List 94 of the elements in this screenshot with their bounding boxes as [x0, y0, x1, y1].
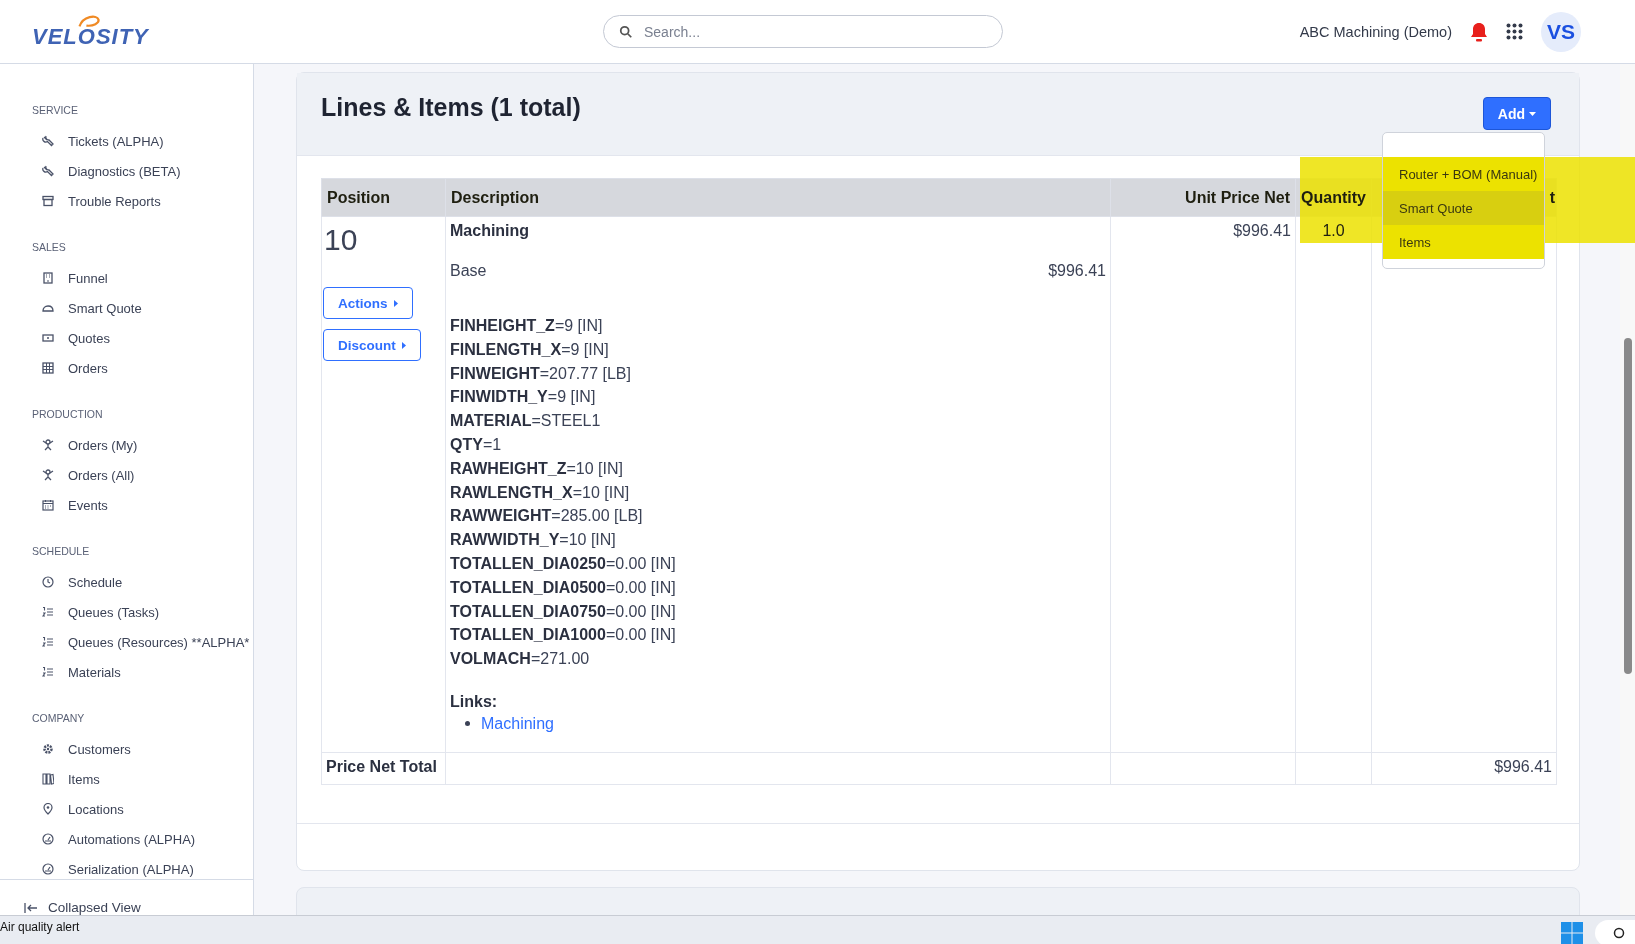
numbered-list-icon [42, 636, 54, 648]
column-header: Description [451, 188, 539, 206]
company-name[interactable]: ABC Machining (Demo) [1299, 23, 1452, 40]
notification-bell-icon[interactable] [1470, 21, 1488, 42]
sidebar-item[interactable]: Materials [32, 657, 253, 687]
gear-icon [42, 743, 54, 755]
logo[interactable]: VELOSITY [32, 13, 153, 50]
attribute-line: TOTALLEN_DIA0500=0.00 [IN] [450, 577, 677, 598]
attribute-line: FINHEIGHT_Z=9 [IN] [450, 316, 604, 336]
gauge-icon [42, 833, 54, 845]
search-icon [1613, 927, 1625, 939]
sidebar-item[interactable]: Schedule [32, 567, 253, 597]
caret-icon [393, 299, 398, 307]
wrench-icon [42, 135, 54, 147]
total-value: $996.41 [1494, 757, 1552, 775]
weather-notice[interactable]: Air quality alert [0, 920, 80, 934]
sidebar-item[interactable]: Quotes [32, 323, 253, 353]
caret-icon [1529, 111, 1536, 116]
sidebar-item[interactable]: Orders [32, 353, 253, 383]
numbered-list-icon [42, 666, 54, 678]
building-icon [42, 272, 54, 284]
sidebar-item[interactable]: Locations [32, 794, 253, 824]
sidebar-item[interactable]: Diagnostics (BETA) [32, 156, 253, 186]
card-title: Lines & Items (1 total) [321, 93, 581, 122]
sidebar-item[interactable]: Tickets (ALPHA) [32, 126, 253, 156]
attribute-line: FINLENGTH_X=9 [IN] [450, 339, 610, 360]
attribute-line: FINWEIGHT=207.77 [LB] [450, 363, 632, 384]
sidebar-item[interactable]: Smart Quote [32, 293, 253, 323]
attribute-line: RAWLENGTH_X=10 [IN] [450, 482, 631, 503]
base-label: Base [450, 262, 487, 280]
attribute-line: MATERIAL=STEEL1 [450, 411, 602, 432]
section-label: COMPANY [32, 712, 86, 724]
user-avatar[interactable]: VS [1541, 11, 1581, 52]
apps-grid-icon[interactable] [1506, 23, 1523, 40]
grid-icon [42, 362, 54, 374]
sidebar-item[interactable]: Queues (Tasks) [32, 597, 253, 627]
sidebar-item[interactable]: Trouble Reports [32, 186, 253, 216]
gauge-icon [42, 863, 54, 875]
attribute-line: TOTALLEN_DIA0750=0.00 [IN] [450, 601, 677, 622]
sidebar-item[interactable]: Queues (Resources) **ALPHA* [32, 627, 253, 657]
sidebar-item[interactable]: Serialization (ALPHA) [32, 854, 253, 879]
section-label: SERVICE [32, 104, 79, 116]
windows-start-icon[interactable] [1561, 922, 1583, 944]
menu-item[interactable]: Items [1383, 225, 1544, 259]
base-price: $996.41 [1048, 262, 1106, 280]
unit-price: $996.41 [1233, 222, 1291, 239]
column-header: Position [327, 188, 391, 206]
clock-icon [42, 576, 54, 588]
menu-item[interactable]: Smart Quote [1383, 191, 1544, 225]
caret-icon [401, 341, 406, 349]
column-header: t [1549, 188, 1555, 206]
sidebar-item[interactable]: Events [32, 490, 253, 520]
scrollbar-thumb[interactable] [1624, 338, 1632, 674]
wrench-icon [42, 165, 54, 177]
attribute-line: FINWIDTH_Y=9 [IN] [450, 387, 597, 408]
calendar-icon [42, 499, 54, 511]
attribute-line: TOTALLEN_DIA0250=0.00 [IN] [450, 553, 677, 574]
location-pin-icon [42, 803, 54, 815]
section-label: SALES [32, 241, 67, 253]
action-button[interactable]: Discount [323, 329, 421, 361]
sidebar-item[interactable]: Orders (All) [32, 460, 253, 490]
sidebar-item[interactable]: Funnel [32, 263, 253, 293]
attribute-line: RAWWEIGHT=285.00 [LB] [450, 506, 644, 527]
menu-item[interactable]: Router + BOM (Manual) [1383, 157, 1544, 191]
attribute-line: TOTALLEN_DIA1000=0.00 [IN] [450, 625, 677, 646]
search-field[interactable]: Search... [603, 15, 1003, 48]
taskbar-search[interactable] [1595, 920, 1635, 944]
action-button[interactable]: Actions [323, 287, 413, 319]
section-label: PRODUCTION [32, 408, 104, 420]
attribute-line: VOLMACH=271.00 [450, 649, 591, 670]
collapse-button[interactable]: Collapsed View [0, 880, 253, 915]
attribute-line: RAWHEIGHT_Z=10 [IN] [450, 458, 624, 479]
bullet-icon [465, 721, 470, 727]
column-header: Quantity [1301, 188, 1366, 206]
sidebar-item[interactable]: Items [32, 764, 253, 794]
numbered-list-icon [42, 606, 54, 618]
column-header: Unit Price Net [1185, 188, 1290, 206]
position-number: 10 [324, 223, 359, 257]
total-label: Price Net Total [326, 757, 437, 775]
attribute-line: RAWWIDTH_Y=10 [IN] [450, 530, 617, 551]
ticket-icon [42, 332, 54, 344]
item-name: Machining [450, 222, 531, 240]
sidebar-item[interactable]: Automations (ALPHA) [32, 824, 253, 854]
quantity: 1.0 [1322, 222, 1345, 239]
item-link[interactable]: Machining [481, 714, 554, 733]
collapse-icon [24, 901, 38, 914]
attribute-line: QTY=1 [450, 435, 503, 455]
links-label: Links: [450, 692, 499, 711]
books-icon [42, 773, 54, 785]
sidebar-item[interactable]: Orders (My) [32, 430, 253, 460]
add-button[interactable]: Add [1482, 97, 1551, 130]
archive-icon [42, 195, 54, 207]
section-label: SCHEDULE [32, 545, 91, 557]
sidebar-item[interactable]: Customers [32, 734, 253, 764]
